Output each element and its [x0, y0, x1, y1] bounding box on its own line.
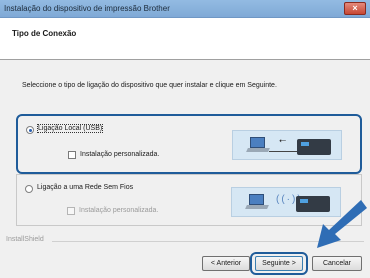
wireless-option-label[interactable]: Ligação a uma Rede Sem Fios: [37, 184, 133, 191]
window-title: Instalação do dispositivo de impressão B…: [4, 4, 170, 13]
wireless-custom-install-label: Instalação personalizada.: [79, 207, 159, 214]
laptop-icon: [246, 137, 270, 153]
next-button[interactable]: Seguinte >: [255, 256, 303, 271]
page-title: Tipo de Conexão: [12, 29, 77, 38]
window-titlebar: Instalação do dispositivo de impressão B…: [0, 0, 370, 18]
close-button[interactable]: ×: [344, 2, 366, 15]
wireless-radio[interactable]: [25, 185, 33, 193]
printer-icon: [297, 139, 331, 155]
installshield-brand: InstallShield: [6, 236, 44, 243]
usb-custom-install-checkbox[interactable]: [68, 151, 76, 159]
back-button[interactable]: < Anterior: [202, 256, 250, 271]
wizard-header: Tipo de Conexão: [0, 18, 370, 60]
laptop-icon: [245, 194, 269, 210]
instruction-text: Seleccione o tipo de ligação do disposit…: [22, 82, 277, 89]
usb-radio[interactable]: [26, 126, 34, 134]
usb-option-label[interactable]: Ligação Local (USB): [36, 124, 104, 133]
cancel-button[interactable]: Cancelar: [312, 256, 362, 271]
pointer-arrow-icon: [317, 200, 367, 248]
arrow-shape: [317, 200, 367, 248]
usb-icon: ⭠: [279, 135, 287, 145]
usb-option-group: Ligação Local (USB) Instalação personali…: [16, 114, 362, 174]
wireless-custom-install-checkbox[interactable]: [67, 207, 75, 215]
usb-connection-illustration: ⭠: [232, 130, 342, 160]
usb-custom-install-label[interactable]: Instalação personalizada.: [80, 151, 159, 158]
